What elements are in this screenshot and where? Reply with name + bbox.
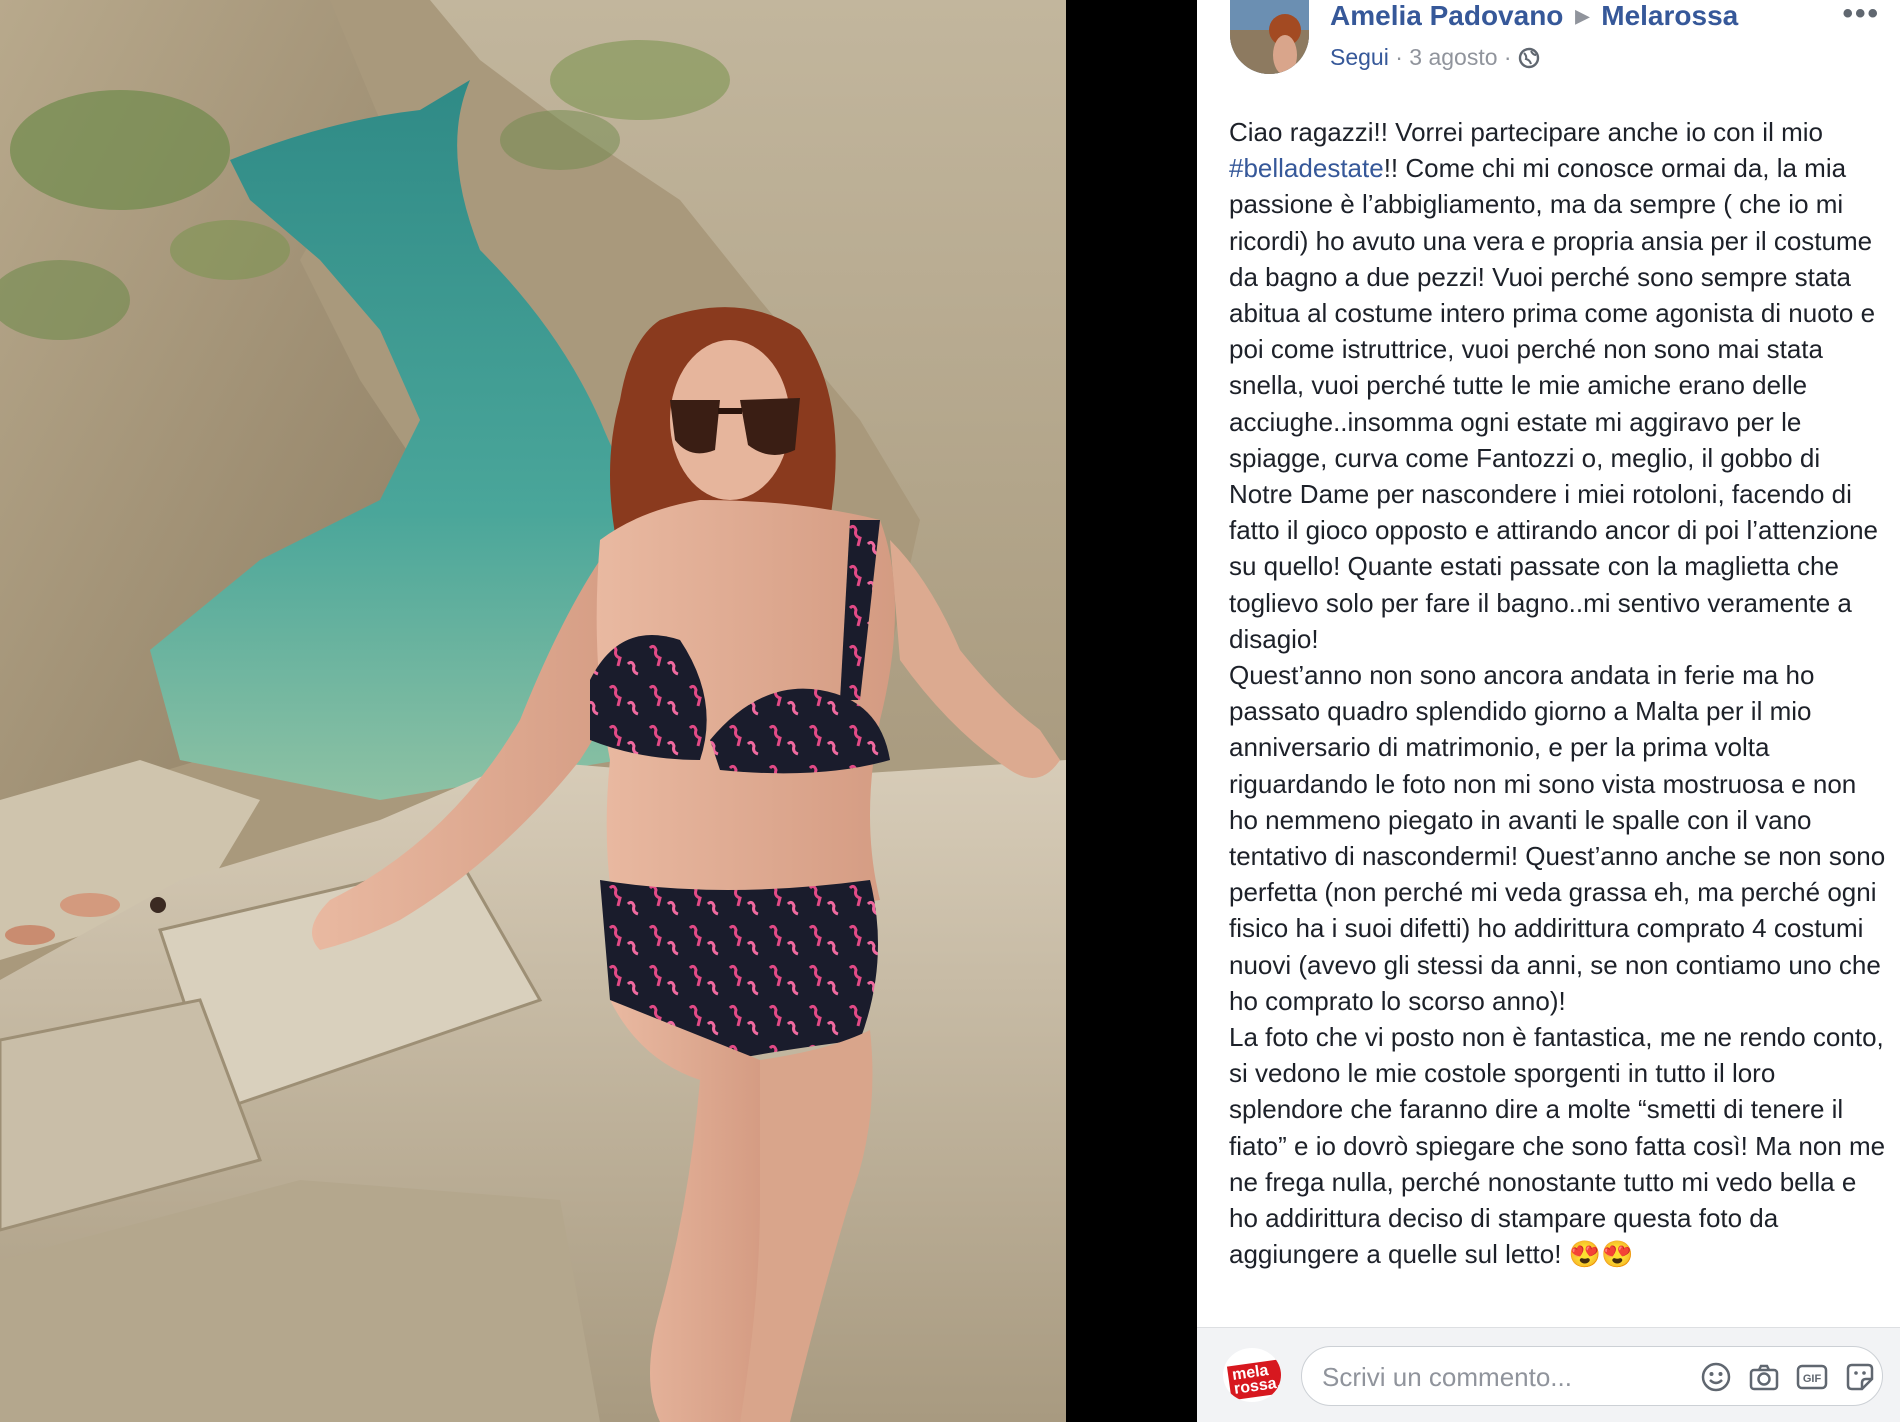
post-paragraph-1: Ciao ragazzi!! Vorrei partecipare anche …: [1229, 114, 1889, 657]
triangle-right-icon: ▶: [1575, 6, 1590, 26]
photo-divider: [1066, 0, 1197, 1422]
post-date-link[interactable]: 3 agosto: [1409, 44, 1497, 70]
camera-icon[interactable]: [1748, 1361, 1780, 1393]
group-name-link[interactable]: Melarossa: [1601, 0, 1738, 31]
author-line: Amelia Padovano ▶ Melarossa: [1330, 0, 1738, 32]
author-name-link[interactable]: Amelia Padovano: [1330, 0, 1563, 31]
paragraph1-start: Ciao ragazzi!! Vorrei partecipare anche …: [1229, 117, 1823, 147]
sticker-icon[interactable]: [1844, 1361, 1876, 1393]
comment-box[interactable]: GIF: [1301, 1346, 1883, 1406]
bikini-photo-image: [0, 0, 1066, 1422]
smiley-icon[interactable]: [1700, 1361, 1732, 1393]
paragraph1-end: !! Come chi mi conosce ormai da, la mia …: [1229, 153, 1878, 654]
avatar-image: [1230, 0, 1309, 74]
post-header: Amelia Padovano ▶ Melarossa Segui · 3 agos…: [1197, 0, 1900, 100]
hashtag-link[interactable]: #belladestate: [1229, 153, 1384, 183]
gif-icon[interactable]: GIF: [1796, 1361, 1828, 1393]
post-text: Ciao ragazzi!! Vorrei partecipare anche …: [1229, 114, 1889, 1319]
more-options-button[interactable]: •••: [1842, 0, 1880, 29]
post-photo[interactable]: [0, 0, 1066, 1422]
post-panel: Amelia Padovano ▶ Melarossa Segui · 3 agos…: [1197, 0, 1900, 1422]
paragraph3-text: La foto che vi posto non è fantastica, m…: [1229, 1022, 1886, 1270]
comment-input[interactable]: [1320, 1357, 1704, 1397]
post-paragraph-2: Quest’anno non sono ancora andata in fer…: [1229, 660, 1886, 1016]
follow-link[interactable]: Segui: [1330, 44, 1389, 70]
comment-bar: mela rossa.it GIF: [1197, 1327, 1900, 1422]
globe-icon[interactable]: [1518, 46, 1540, 69]
meta-separator-2: ·: [1503, 44, 1512, 70]
post-paragraph-3: La foto che vi posto non è fantastica, m…: [1229, 1019, 1889, 1272]
melarossa-logo: mela rossa.it: [1226, 1357, 1281, 1401]
author-avatar[interactable]: [1230, 0, 1309, 74]
gif-label: GIF: [1803, 1373, 1822, 1385]
meta-separator: ·: [1395, 44, 1403, 70]
page-avatar[interactable]: mela rossa.it: [1223, 1348, 1281, 1402]
heart-eyes-emoji: 😍😍: [1568, 1239, 1634, 1270]
post-meta: Segui · 3 agosto ·: [1330, 42, 1540, 72]
